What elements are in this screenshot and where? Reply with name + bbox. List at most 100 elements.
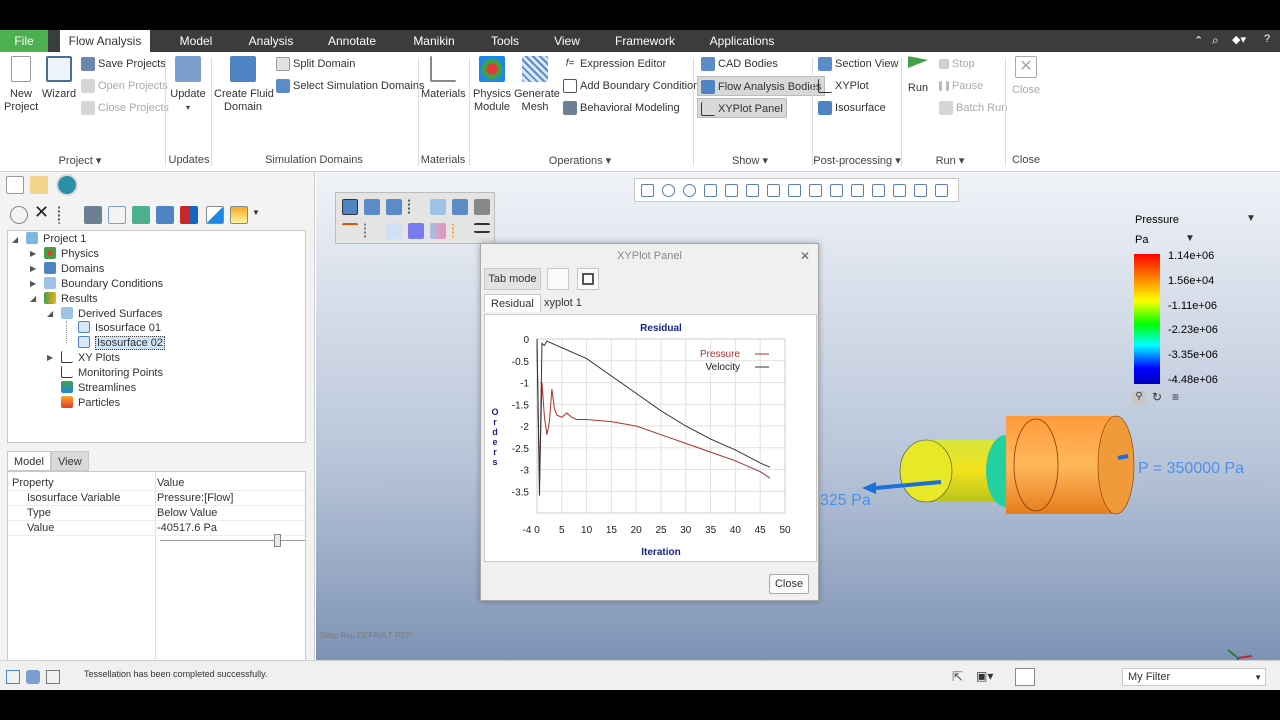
find-icon[interactable]: ▣▾ — [976, 669, 993, 683]
group-label-post-processing[interactable]: Post-processing ▾ — [812, 154, 902, 167]
xyplot-button[interactable]: XYPlot — [818, 76, 869, 96]
display-style-icon[interactable] — [725, 184, 738, 197]
datum-display-icon[interactable] — [809, 184, 822, 197]
selection-filter[interactable]: My Filter ▼ — [1122, 668, 1266, 686]
tree-item-project[interactable]: Project 1 — [26, 232, 86, 247]
close-button[interactable]: ✕ Close — [1010, 56, 1042, 97]
color-map-icon[interactable] — [230, 206, 248, 224]
zoom-fit-icon[interactable] — [641, 184, 654, 197]
body-view-icon[interactable] — [132, 206, 150, 224]
tab-framework[interactable]: Framework — [614, 30, 676, 52]
save-icon[interactable] — [577, 268, 599, 290]
wizard-button[interactable]: Wizard — [40, 56, 78, 101]
message-log-icon[interactable] — [6, 670, 20, 684]
variable-dropdown-icon[interactable]: ▼ — [1246, 213, 1256, 224]
tab-manikin[interactable]: Manikin — [410, 30, 458, 52]
help-icon[interactable]: ? — [1264, 33, 1270, 45]
color-icon[interactable] — [408, 223, 424, 239]
value-slider-track[interactable] — [160, 540, 305, 541]
delete-icon[interactable]: ✕ — [34, 202, 49, 223]
ghost-icon[interactable] — [386, 223, 402, 239]
copy-icon[interactable] — [547, 268, 569, 290]
flow-analysis-bodies-button[interactable]: Flow Analysis Bodies — [697, 76, 826, 96]
group-label-operations[interactable]: Operations ▾ — [540, 154, 620, 167]
plane-display-icon[interactable] — [830, 184, 843, 197]
dropdown-arrow-icon[interactable]: ▼ — [252, 208, 260, 217]
stop-button[interactable]: Stop — [939, 54, 975, 74]
close-dialog-button[interactable]: Close — [769, 574, 809, 594]
gradient-icon[interactable] — [430, 223, 446, 239]
mesh-view-icon[interactable] — [108, 206, 126, 224]
value-slider-handle[interactable] — [274, 534, 281, 547]
update-button[interactable]: Update ▾ — [169, 56, 207, 114]
collapse-arrow-icon[interactable]: ◢ — [47, 309, 53, 318]
tab-file[interactable]: File — [0, 30, 48, 52]
pressure-annotation-outlet[interactable]: P = 350000 Pa — [1138, 460, 1244, 478]
tree-item-isosurface-01[interactable]: Isosurface 01 — [78, 321, 161, 336]
table-row[interactable]: Type Below Value — [8, 506, 305, 521]
expand-arrow-icon[interactable]: ▶ — [30, 249, 36, 258]
search-icon[interactable]: ⌕ — [1212, 33, 1219, 48]
background-icon[interactable] — [474, 199, 490, 215]
tab-applications[interactable]: Applications — [708, 30, 776, 52]
group-label-project[interactable]: Project ▾ — [40, 154, 120, 167]
flow-analysis-tree-icon[interactable] — [56, 174, 78, 196]
pause-button[interactable]: Pause — [939, 76, 983, 96]
dialog-title[interactable]: XYPlot Panel — [481, 244, 818, 268]
split-domain-button[interactable]: Split Domain — [276, 54, 355, 74]
repaint-icon[interactable] — [704, 184, 717, 197]
tab-mode-button[interactable]: Tab mode — [484, 268, 541, 290]
view-manager-icon[interactable] — [767, 184, 780, 197]
tree-item-physics[interactable]: Physics — [44, 247, 99, 262]
zoom-out-icon[interactable] — [683, 184, 696, 197]
spin-center-icon[interactable] — [935, 184, 948, 197]
tree-item-monitoring-points[interactable]: Monitoring Points — [61, 366, 163, 381]
expand-arrow-icon[interactable]: ▶ — [47, 353, 53, 362]
layers-icon[interactable] — [364, 223, 380, 239]
expand-arrow-icon[interactable]: ▶ — [30, 279, 36, 288]
tree-item-boundary-conditions[interactable]: Boundary Conditions — [44, 277, 163, 292]
csys-display-icon[interactable] — [893, 184, 906, 197]
materials-button[interactable]: Materials — [421, 56, 466, 101]
domain-view-icon[interactable] — [156, 206, 174, 224]
list-icon[interactable] — [408, 199, 424, 215]
settings-icon[interactable]: ◆▾ — [1232, 33, 1246, 46]
physics-module-button[interactable]: Physics Module — [472, 56, 512, 114]
filter-icon[interactable] — [10, 206, 28, 224]
collapse-ribbon-icon[interactable]: ⌃ — [1194, 34, 1203, 47]
shaded-edges-icon[interactable] — [364, 199, 380, 215]
tab-analysis[interactable]: Analysis — [246, 30, 296, 52]
collapse-arrow-icon[interactable]: ◢ — [12, 235, 18, 244]
pressure-annotation-inlet[interactable]: 325 Pa — [820, 492, 871, 510]
axis-display-icon[interactable] — [851, 184, 864, 197]
run-button[interactable]: Run — [905, 56, 931, 95]
save-projects-button[interactable]: Save Projects — [81, 54, 166, 74]
create-fluid-domain-button[interactable]: Create Fluid Domain — [214, 56, 274, 114]
arrows-icon[interactable] — [342, 223, 358, 233]
tab-model-properties[interactable]: Model — [7, 451, 51, 471]
collapse-arrow-icon[interactable]: ◢ — [30, 294, 36, 303]
close-projects-button[interactable]: Close Projects — [81, 98, 169, 118]
perspective-icon[interactable] — [788, 184, 801, 197]
tab-residual[interactable]: Residual — [484, 294, 541, 312]
graphics-area-icon[interactable] — [46, 670, 60, 684]
tab-view[interactable]: View — [552, 30, 582, 52]
isosurface-button[interactable]: Isosurface — [818, 98, 886, 118]
group-label-run[interactable]: Run ▾ — [925, 154, 975, 167]
generate-mesh-button[interactable]: Generate Mesh — [514, 56, 560, 114]
cad-bodies-button[interactable]: CAD Bodies — [697, 54, 782, 74]
tab-tools[interactable]: Tools — [488, 30, 522, 52]
tree-item-isosurface-02[interactable]: Isosurface 02 — [78, 336, 166, 351]
unit-dropdown-icon[interactable]: ▼ — [1185, 233, 1195, 244]
annotation-display-icon[interactable] — [914, 184, 927, 197]
batch-run-button[interactable]: Batch Run — [939, 98, 1007, 118]
zoom-in-icon[interactable] — [662, 184, 675, 197]
saved-orientations-icon[interactable] — [746, 184, 759, 197]
regen-icon[interactable] — [26, 670, 40, 684]
results-view-icon[interactable] — [180, 206, 198, 224]
shaded-icon[interactable] — [342, 199, 358, 215]
xyplot-panel-button[interactable]: XYPlot Panel — [697, 98, 787, 118]
add-boundary-condition-button[interactable]: Add Boundary Condition — [563, 76, 699, 96]
menu-icon[interactable] — [474, 223, 490, 233]
behavioral-modeling-button[interactable]: Behavioral Modeling — [563, 98, 680, 118]
